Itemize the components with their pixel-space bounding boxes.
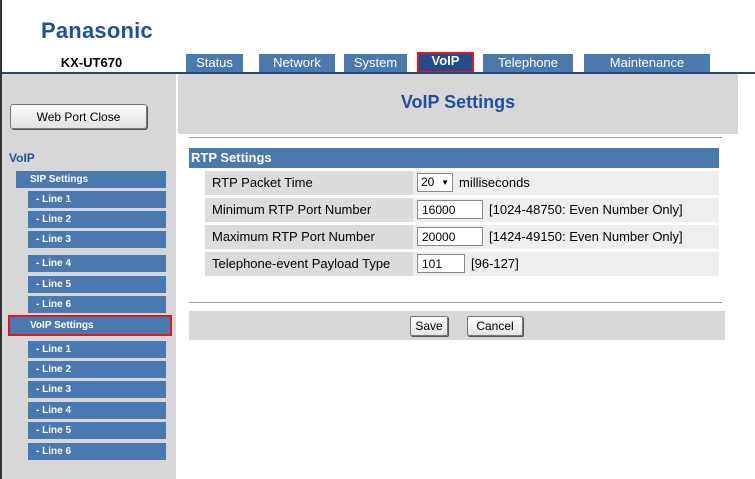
sidebar-item-sip-settings[interactable]: SIP Settings	[16, 171, 166, 188]
divider	[189, 302, 722, 303]
tab-system[interactable]: System	[344, 54, 407, 72]
button-bar: Save Cancel	[189, 311, 725, 340]
payload-type-label: Telephone-event Payload Type	[212, 256, 391, 271]
sidebar-item-sip-line-3[interactable]: - Line 3	[28, 231, 166, 248]
chevron-down-icon: ▼	[441, 178, 449, 187]
sidebar-item-sip-line-4[interactable]: - Line 4	[28, 255, 166, 272]
sidebar-item-voip-line-2[interactable]: - Line 2	[28, 361, 166, 378]
max-rtp-port-label: Maximum RTP Port Number	[212, 229, 375, 244]
max-rtp-port-cell: 20000 [1424-49150: Even Number Only]	[413, 225, 719, 249]
rtp-packet-time-value: 20	[421, 175, 435, 189]
divider	[189, 137, 722, 138]
row-rtp-packet-time: RTP Packet Time 20 ▼ milliseconds	[205, 171, 719, 195]
section-header-rtp: RTP Settings	[189, 148, 719, 168]
sidebar-item-voip-line-5[interactable]: - Line 5	[28, 422, 166, 439]
tab-status[interactable]: Status	[186, 54, 243, 72]
payload-type-hint: [96-127]	[471, 256, 519, 271]
sidebar-item-sip-line-2[interactable]: - Line 2	[28, 211, 166, 228]
payload-type-cell: 101 [96-127]	[413, 252, 719, 276]
sidebar-item-voip-line-6[interactable]: - Line 6	[28, 443, 166, 460]
min-rtp-port-cell: 16000 [1024-48750: Even Number Only]	[413, 198, 719, 222]
tab-maintenance[interactable]: Maintenance	[584, 54, 710, 72]
rtp-packet-time-label: RTP Packet Time	[212, 175, 313, 190]
sidebar-item-voip-line-3[interactable]: - Line 3	[28, 381, 166, 398]
row-max-rtp-port: Maximum RTP Port Number 20000 [1424-4915…	[205, 225, 719, 249]
rtp-packet-time-unit: milliseconds	[459, 175, 530, 190]
sidebar-item-sip-line-6[interactable]: - Line 6	[28, 296, 166, 313]
tab-network[interactable]: Network	[259, 54, 335, 72]
rtp-packet-time-cell: 20 ▼ milliseconds	[413, 171, 719, 195]
sidebar-heading-voip: VoIP	[9, 151, 35, 165]
max-rtp-port-input[interactable]: 20000	[417, 227, 483, 246]
payload-type-input[interactable]: 101	[417, 254, 465, 273]
tab-telephone[interactable]: Telephone	[483, 54, 573, 72]
max-rtp-port-hint: [1424-49150: Even Number Only]	[489, 229, 683, 244]
row-payload-type: Telephone-event Payload Type 101 [96-127…	[205, 252, 719, 276]
min-rtp-port-label: Minimum RTP Port Number	[212, 202, 372, 217]
sidebar-item-voip-line-4[interactable]: - Line 4	[28, 402, 166, 419]
page-title: VoIP Settings	[400, 92, 516, 112]
tab-voip[interactable]: VoIP	[417, 52, 474, 73]
row-min-rtp-port: Minimum RTP Port Number 16000 [1024-4875…	[205, 198, 719, 222]
sidebar-item-sip-line-1[interactable]: - Line 1	[28, 191, 166, 208]
cancel-button[interactable]: Cancel	[467, 316, 523, 336]
min-rtp-port-hint: [1024-48750: Even Number Only]	[489, 202, 683, 217]
min-rtp-port-input[interactable]: 16000	[417, 200, 483, 219]
rtp-packet-time-select[interactable]: 20 ▼	[417, 173, 453, 192]
sidebar: Web Port Close VoIP SIP Settings - Line …	[2, 74, 176, 479]
sidebar-item-voip-settings[interactable]: VoIP Settings	[8, 315, 172, 336]
sidebar-item-sip-line-5[interactable]: - Line 5	[28, 276, 166, 293]
save-button[interactable]: Save	[410, 316, 448, 336]
model-name: KX-UT670	[60, 55, 123, 70]
web-port-close-button[interactable]: Web Port Close	[10, 104, 147, 129]
panasonic-logo: Panasonic	[41, 18, 153, 43]
sidebar-item-voip-line-1[interactable]: - Line 1	[28, 341, 166, 358]
